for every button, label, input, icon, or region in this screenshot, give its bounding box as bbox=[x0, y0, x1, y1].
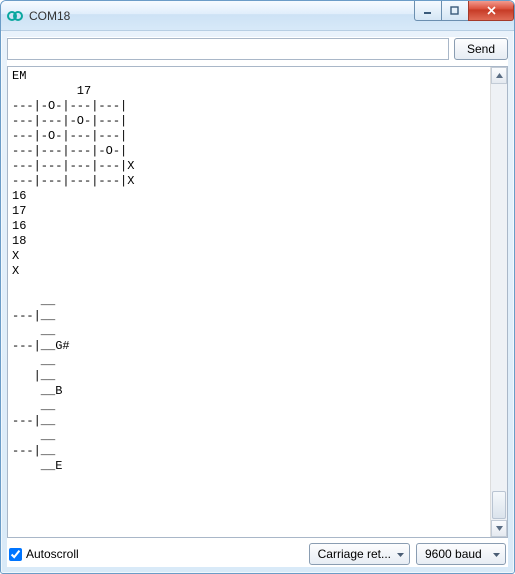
client-area: Send EM 17 ---|-O-|---|---| ---|---|-O-|… bbox=[7, 37, 508, 567]
send-row: Send bbox=[7, 37, 508, 66]
footer-bar: Autoscroll Carriage ret... 9600 baud bbox=[7, 538, 508, 567]
line-ending-value: Carriage ret... bbox=[318, 547, 391, 561]
scroll-thumb[interactable] bbox=[492, 491, 506, 519]
baud-rate-select[interactable]: 9600 baud bbox=[416, 543, 506, 565]
serial-monitor-window: COM18 Send EM 17 ---|-O-|---|---| ---|--… bbox=[0, 0, 515, 574]
serial-output[interactable]: EM 17 ---|-O-|---|---| ---|---|-O-|---| … bbox=[8, 67, 490, 537]
scroll-track[interactable] bbox=[491, 84, 507, 520]
autoscroll-checkbox[interactable]: Autoscroll bbox=[9, 547, 303, 561]
window-title: COM18 bbox=[29, 9, 415, 23]
send-button[interactable]: Send bbox=[454, 38, 508, 60]
window-controls bbox=[415, 1, 514, 22]
maximize-button[interactable] bbox=[441, 1, 469, 21]
scroll-down-button[interactable] bbox=[491, 520, 507, 537]
line-ending-select[interactable]: Carriage ret... bbox=[309, 543, 410, 565]
chevron-down-icon bbox=[493, 547, 500, 561]
vertical-scrollbar[interactable] bbox=[490, 67, 507, 537]
arduino-icon bbox=[7, 8, 23, 24]
titlebar[interactable]: COM18 bbox=[1, 1, 514, 31]
scroll-up-button[interactable] bbox=[491, 67, 507, 84]
chevron-down-icon bbox=[397, 547, 404, 561]
close-button[interactable] bbox=[468, 1, 514, 21]
autoscroll-label: Autoscroll bbox=[26, 547, 79, 561]
output-panel: EM 17 ---|-O-|---|---| ---|---|-O-|---| … bbox=[7, 66, 508, 538]
autoscroll-input[interactable] bbox=[9, 548, 22, 561]
baud-rate-value: 9600 baud bbox=[425, 547, 482, 561]
serial-input[interactable] bbox=[7, 38, 449, 60]
minimize-button[interactable] bbox=[414, 1, 442, 21]
